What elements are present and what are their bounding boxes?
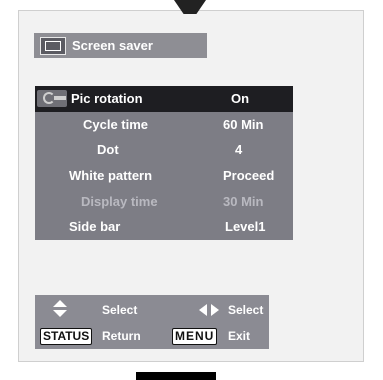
settings-list: Pic rotation On Cycle time 60 Min Dot 4 … bbox=[35, 86, 293, 240]
row-label: White pattern bbox=[69, 168, 153, 184]
rotation-icon bbox=[37, 90, 67, 107]
bottom-indicator bbox=[136, 372, 216, 380]
row-value: 30 Min bbox=[223, 193, 264, 209]
row-value: Level1 bbox=[225, 219, 266, 235]
guide-exit: Exit bbox=[228, 329, 251, 343]
row-value: 60 Min bbox=[223, 116, 264, 132]
menu-row-dot[interactable]: Dot 4 bbox=[35, 137, 293, 163]
row-label: Pic rotation bbox=[71, 91, 143, 107]
menu-row-display-time: Display time 30 Min bbox=[35, 188, 293, 214]
guide-return: Return bbox=[102, 329, 141, 343]
menu-row-side-bar[interactable]: Side bar Level1 bbox=[35, 213, 293, 240]
row-label: Cycle time bbox=[83, 116, 149, 132]
row-value: On bbox=[231, 91, 250, 107]
status-key: STATUS bbox=[40, 328, 93, 345]
menu-row-cycle-time[interactable]: Cycle time 60 Min bbox=[35, 111, 293, 138]
guide-select-leftright: Select bbox=[228, 303, 264, 317]
key-guide: Select Select STATUS Return MENU Exit bbox=[35, 295, 269, 349]
row-label: Dot bbox=[97, 142, 119, 158]
screen-saver-icon bbox=[40, 36, 66, 55]
row-value: Proceed bbox=[223, 168, 275, 184]
menu-key: MENU bbox=[172, 328, 218, 345]
guide-select-updown: Select bbox=[102, 303, 138, 317]
row-value: 4 bbox=[235, 142, 243, 158]
row-label: Side bar bbox=[69, 219, 121, 235]
up-down-arrow-icon bbox=[53, 300, 67, 318]
menu-header: Screen saver bbox=[34, 33, 207, 58]
menu-row-pic-rotation[interactable]: Pic rotation On bbox=[35, 86, 293, 112]
left-right-arrow-icon bbox=[199, 304, 221, 316]
menu-row-white-pattern[interactable]: White pattern Proceed bbox=[35, 162, 293, 189]
row-label: Display time bbox=[81, 193, 158, 209]
menu-title: Screen saver bbox=[72, 38, 153, 53]
